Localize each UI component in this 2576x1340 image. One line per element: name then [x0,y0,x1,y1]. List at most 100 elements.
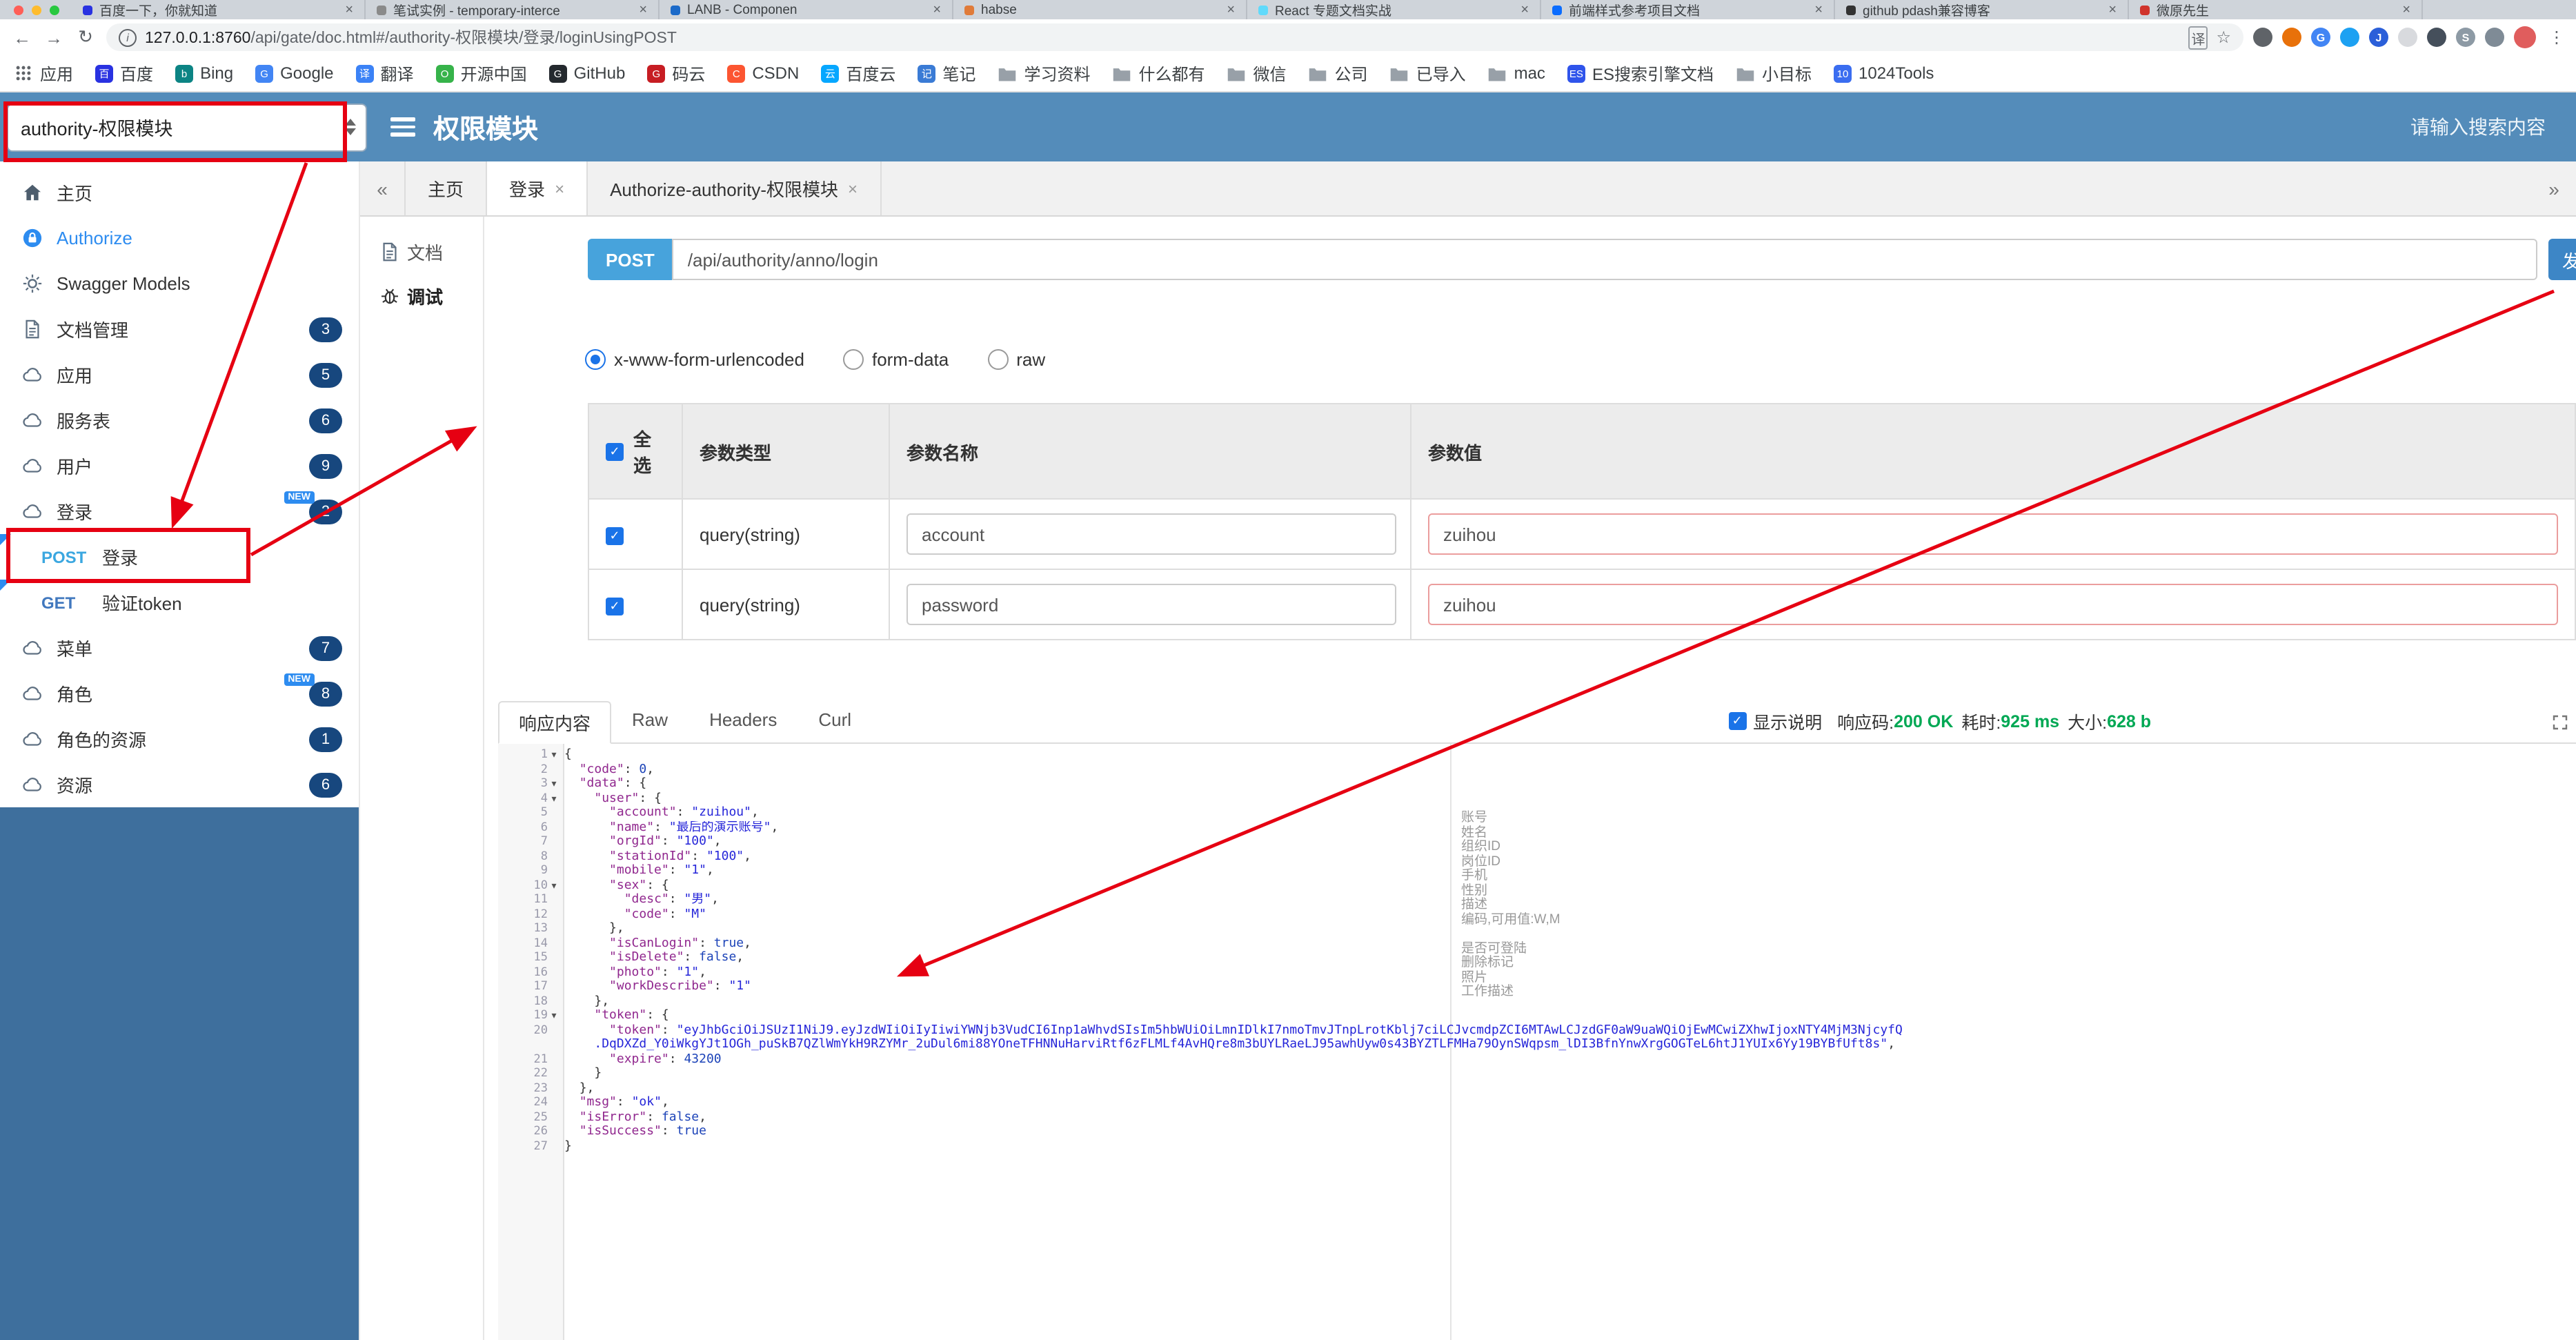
fold-icon[interactable]: ▾ [548,880,560,891]
tabs-scroll-right-icon[interactable]: » [2532,161,2576,215]
sidebar-item-文档管理[interactable]: 文档管理 3 [0,306,359,352]
doc-strip-文档[interactable]: 文档 [379,235,483,268]
tab-close-icon[interactable]: × [933,2,941,17]
bookmark-item[interactable]: G Google [255,63,334,83]
browser-tab[interactable]: 百度一下，你就知道 × [72,0,366,19]
tab-close-icon[interactable]: × [345,2,353,17]
bookmark-item[interactable]: mac [1488,63,1545,83]
bookmark-star-icon[interactable]: ☆ [2216,28,2231,47]
response-tab-Raw[interactable]: Raw [611,701,688,744]
bookmark-item[interactable]: 什么都有 [1112,61,1205,85]
send-button[interactable]: 发送 [2548,239,2576,280]
request-url-input[interactable]: /api/authority/anno/login [672,239,2537,280]
bookmark-item[interactable]: 译翻译 [355,61,414,85]
tab-close-icon[interactable]: × [555,179,564,198]
bookmark-item[interactable]: 微信 [1227,61,1287,85]
sidebar-item-角色[interactable]: 角色 8 NEW [0,671,359,716]
bookmark-item[interactable]: O 开源中国 [435,61,527,85]
show-desc-checkbox[interactable]: ✓ [1728,712,1747,730]
row-checkbox[interactable]: ✓ [606,527,624,545]
bookmark-item[interactable]: 小目标 [1736,61,1812,85]
response-editor[interactable]: 1 ▾{2 "code": 0, 3 ▾ "data": {4 ▾ "user": {5… [498,744,2576,1340]
page-tab-Authorize-authority-权限模块[interactable]: Authorize-authority-权限模块 × [588,161,882,215]
fold-icon[interactable]: ▾ [548,750,560,761]
fold-icon[interactable]: ▾ [548,1011,560,1022]
tab-close-icon[interactable]: × [1227,2,1235,17]
bookmark-item[interactable]: 应用 [14,61,73,85]
sidebar-item-主页[interactable]: 主页 [0,170,359,215]
tab-close-icon[interactable]: × [639,2,647,17]
sidebar-item-角色的资源[interactable]: 角色的资源 1 [0,716,359,762]
back-icon[interactable]: ← [11,27,33,48]
param-name-input[interactable] [906,513,1396,555]
page-tab-主页[interactable]: 主页 [404,161,488,215]
bookmark-item[interactable]: 百百度 [95,61,153,85]
tab-close-icon[interactable]: × [2108,2,2117,17]
page-info-icon[interactable]: i [119,28,137,46]
select-all-checkbox[interactable]: ✓ [606,442,624,460]
menu-toggle-icon[interactable] [390,117,415,137]
bird-extension-icon[interactable] [2340,28,2359,47]
browser-tab[interactable]: github pdash兼容博客 × [1835,0,2129,19]
browser-tab[interactable]: habse × [953,0,1247,19]
bookmark-item[interactable]: b Bing [175,63,233,83]
content-type-option[interactable]: x-www-form-urlencoded [585,349,804,370]
header-search-input[interactable]: 请输入搜索内容 [2410,113,2546,141]
bookmark-item[interactable]: C CSDN [727,63,799,83]
sidebar-item-用户[interactable]: 用户 9 [0,443,359,489]
orange-extension-icon[interactable] [2282,28,2301,47]
browser-menu-icon[interactable]: ⋮ [2548,28,2565,47]
radio-icon[interactable] [842,349,864,370]
param-value-input[interactable] [1428,584,2558,625]
address-bar[interactable]: i 127.0.0.1:8760/api/gate/doc.html#/auth… [106,23,2243,51]
puzzle-extension-icon[interactable] [2485,28,2504,47]
fold-icon[interactable]: ▾ [548,779,560,790]
radio-icon[interactable] [585,349,606,370]
google-extension-icon[interactable]: G [2311,28,2330,47]
browser-tab[interactable]: 笔试实例 - temporary-interce × [366,0,660,19]
tab-close-icon[interactable]: × [1520,2,1529,17]
sidebar-api-登录[interactable]: POST 登录 [0,534,359,580]
response-tab-Curl[interactable]: Curl [797,701,872,744]
sidebar-item-菜单[interactable]: 菜单 7 [0,625,359,671]
browser-tab[interactable]: 微原先生 × [2129,0,2423,19]
profile-avatar[interactable] [2514,26,2536,48]
bookmark-item[interactable]: 记笔记 [918,61,975,85]
content-type-option[interactable]: form-data [842,349,949,370]
circle-extension-icon[interactable] [2398,28,2417,47]
sidebar-api-验证token[interactable]: GET 验证token [0,580,359,625]
json-viewer-extension-icon[interactable]: J [2369,28,2388,47]
bookmark-item[interactable]: G 码云 [647,61,705,85]
site-extension-icon[interactable]: S [2456,28,2475,47]
minimize-window-button[interactable] [32,5,41,14]
tab-close-icon[interactable]: × [2402,2,2410,17]
param-value-input[interactable] [1428,513,2558,555]
param-name-input[interactable] [906,584,1396,625]
tabs-scroll-left-icon[interactable]: « [360,161,404,215]
sidebar-item-应用[interactable]: 应用 5 [0,352,359,397]
bookmark-item[interactable]: 已导入 [1390,61,1466,85]
bookmark-item[interactable]: ES ES搜索引擎文档 [1567,61,1714,85]
tab-close-icon[interactable]: × [848,179,858,198]
page-tab-登录[interactable]: 登录 × [487,161,588,215]
sidebar-item-Swagger Models[interactable]: Swagger Models [0,261,359,306]
close-window-button[interactable] [14,5,23,14]
fold-icon[interactable]: ▾ [548,794,560,805]
bookmark-item[interactable]: 公司 [1309,61,1368,85]
row-checkbox[interactable]: ✓ [606,598,624,615]
response-tab-响应内容[interactable]: 响应内容 [498,701,612,744]
sidebar-item-登录[interactable]: 登录 2 NEW [0,489,359,534]
reload-icon[interactable]: ↻ [75,26,97,48]
sidebar-item-Authorize[interactable]: Authorize [0,215,359,261]
fullscreen-icon[interactable] [2553,715,2568,730]
capture-extension-icon[interactable] [2253,28,2272,47]
doc-strip-调试[interactable]: 调试 [379,279,483,312]
translate-icon[interactable]: 译 [2188,26,2208,49]
module-select[interactable]: authority-权限模块 [7,103,367,151]
zoom-window-button[interactable] [50,5,59,14]
bookmark-item[interactable]: 云百度云 [821,61,895,85]
bookmark-item[interactable]: G GitHub [548,63,625,83]
response-tab-Headers[interactable]: Headers [688,701,797,744]
shield-extension-icon[interactable] [2427,28,2446,47]
browser-tab[interactable]: LANB - Componen × [660,0,953,19]
